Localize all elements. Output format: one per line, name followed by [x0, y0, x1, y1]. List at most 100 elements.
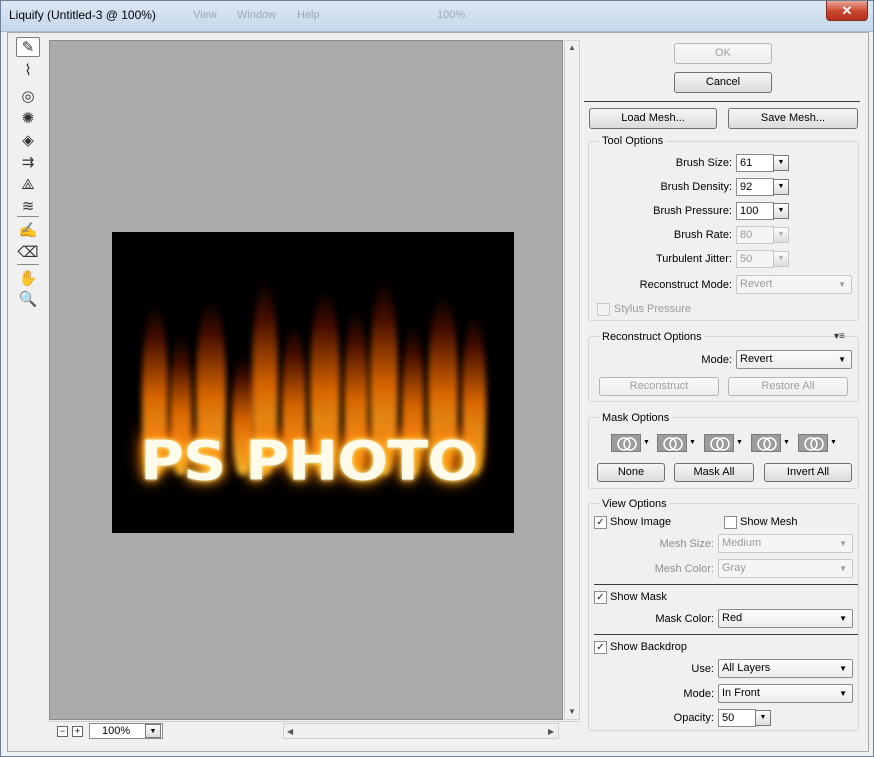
zoom-icon: 🔍	[18, 291, 38, 308]
turbulent-jitter-field[interactable]: 50	[736, 250, 774, 268]
mask-none-button[interactable]: None	[597, 463, 665, 482]
dialog-body: ✎ ⌇ ◎ ✺ ◈ ⇉ ⟁ ≋ ✍ ⌫ ✋ 🔍 PS PHOTO ▲ ▼ − +…	[7, 32, 869, 752]
use-label: Use:	[691, 663, 714, 675]
twirl-clockwise-tool[interactable]: ◎	[16, 86, 40, 106]
chevron-down-icon: ▼	[839, 564, 847, 573]
opacity-field[interactable]: 50	[718, 709, 756, 727]
mesh-size-select[interactable]: Medium ▼	[718, 534, 853, 553]
chevron-down-icon[interactable]: ▼	[830, 439, 837, 446]
freeze-mask-tool[interactable]: ✍	[16, 220, 40, 240]
reconstruct-options-mode-select[interactable]: Revert ▼	[736, 350, 852, 369]
brush-density-dropdown-icon[interactable]: ▼	[773, 179, 789, 195]
show-backdrop-checkbox[interactable]: ✓	[594, 641, 607, 654]
title-bar: Liquify (Untitled-3 @ 100%) View Window …	[1, 1, 873, 32]
zoom-bar: − + 100% ▼ ◀ ▶	[49, 721, 580, 739]
show-mask-checkbox[interactable]: ✓	[594, 591, 607, 604]
zoom-in-button[interactable]: +	[72, 726, 83, 737]
scroll-right-icon[interactable]: ▶	[548, 727, 554, 736]
mask-intersect-button[interactable]	[751, 434, 781, 452]
push-left-tool[interactable]: ⇉	[16, 152, 40, 172]
mask-color-value: Red	[722, 612, 743, 624]
scroll-left-icon[interactable]: ◀	[287, 727, 293, 736]
brush-rate-field[interactable]: 80	[736, 226, 774, 244]
mask-replace-button[interactable]	[611, 434, 641, 452]
chevron-down-icon: ▼	[839, 664, 847, 673]
show-mesh-checkbox[interactable]	[724, 516, 737, 529]
mask-replace-icon	[617, 437, 637, 451]
divider	[594, 634, 858, 635]
save-mesh-button[interactable]: Save Mesh...	[728, 108, 858, 129]
brush-pressure-dropdown-icon[interactable]: ▼	[773, 203, 789, 219]
cancel-button[interactable]: Cancel	[674, 72, 772, 93]
bg-menu-view: View	[193, 9, 217, 21]
zoom-dropdown-icon[interactable]: ▼	[145, 724, 161, 738]
mask-color-select[interactable]: Red ▼	[718, 609, 853, 628]
mesh-color-select[interactable]: Gray ▼	[718, 559, 853, 578]
reconstruct-options-title: Reconstruct Options	[599, 331, 705, 343]
opacity-label: Opacity:	[673, 712, 714, 724]
mesh-color-label: Mesh Color:	[654, 563, 714, 575]
reconstruct-mode-value: Revert	[740, 278, 773, 290]
brush-rate-dropdown-icon[interactable]: ▼	[773, 227, 789, 243]
hand-icon: ✋	[18, 270, 38, 287]
load-mesh-button[interactable]: Load Mesh...	[589, 108, 717, 129]
restore-all-button[interactable]: Restore All	[728, 377, 848, 396]
turbulent-jitter-dropdown-icon[interactable]: ▼	[773, 251, 789, 267]
thaw-mask-tool[interactable]: ⌫	[16, 242, 40, 262]
options-panel: OK Cancel Load Mesh... Save Mesh... Tool…	[584, 33, 868, 751]
show-mesh-label: Show Mesh	[740, 516, 798, 528]
scroll-up-icon[interactable]: ▲	[568, 43, 576, 52]
divider	[594, 584, 858, 585]
show-image-checkbox[interactable]: ✓	[594, 516, 607, 529]
panel-menu-icon[interactable]: ▾≡	[834, 331, 845, 342]
hand-tool[interactable]: ✋	[16, 268, 40, 288]
tool-options-title: Tool Options	[599, 135, 667, 147]
zoom-out-button[interactable]: −	[57, 726, 68, 737]
chevron-down-icon[interactable]: ▼	[783, 439, 790, 446]
mirror-tool[interactable]: ⟁	[16, 174, 40, 194]
window-title: Liquify (Untitled-3 @ 100%)	[9, 8, 156, 22]
mask-add-icon	[663, 437, 683, 451]
close-button[interactable]: ✕	[826, 1, 868, 21]
mask-invert-button[interactable]	[798, 434, 828, 452]
zoom-tool[interactable]: 🔍	[16, 289, 40, 309]
pucker-tool[interactable]: ✺	[16, 108, 40, 128]
show-mask-label: Show Mask	[610, 591, 667, 603]
chevron-down-icon[interactable]: ▼	[736, 439, 743, 446]
brush-pressure-field[interactable]: 100	[736, 202, 774, 220]
reconstruct-icon: ⌇	[24, 62, 32, 79]
bg-menu-help: Help	[297, 9, 320, 21]
toolbar-separator	[17, 216, 39, 217]
use-select[interactable]: All Layers ▼	[718, 659, 853, 678]
vertical-scrollbar[interactable]: ▲ ▼	[564, 40, 580, 720]
reconstruct-button[interactable]: Reconstruct	[599, 377, 719, 396]
mirror-icon: ⟁	[21, 175, 35, 193]
forward-warp-tool[interactable]: ✎	[16, 37, 40, 57]
mask-subtract-button[interactable]	[704, 434, 734, 452]
brush-density-field[interactable]: 92	[736, 178, 774, 196]
chevron-down-icon: ▼	[839, 539, 847, 548]
bloat-tool[interactable]: ◈	[16, 130, 40, 150]
opacity-dropdown-icon[interactable]: ▼	[755, 710, 771, 726]
horizontal-scrollbar[interactable]: ◀ ▶	[283, 723, 559, 739]
stylus-pressure-checkbox[interactable]	[597, 303, 610, 316]
mesh-size-value: Medium	[722, 537, 762, 549]
thaw-mask-icon: ⌫	[17, 244, 39, 261]
reconstruct-mode-select[interactable]: Revert ▼	[736, 275, 852, 294]
scroll-down-icon[interactable]: ▼	[568, 707, 576, 716]
backdrop-mode-select[interactable]: In Front ▼	[718, 684, 853, 703]
ok-button[interactable]: OK	[674, 43, 772, 64]
chevron-down-icon[interactable]: ▼	[643, 439, 650, 446]
brush-size-field[interactable]: 61	[736, 154, 774, 172]
chevron-down-icon[interactable]: ▼	[689, 439, 696, 446]
brush-size-dropdown-icon[interactable]: ▼	[773, 155, 789, 171]
mask-add-button[interactable]	[657, 434, 687, 452]
preview-canvas[interactable]: PS PHOTO	[49, 40, 563, 720]
reconstruct-tool[interactable]: ⌇	[16, 60, 40, 80]
turbulence-tool[interactable]: ≋	[16, 196, 40, 216]
bg-zoom-level: 100%	[437, 9, 466, 21]
pucker-icon: ✺	[21, 110, 35, 127]
mask-subtract-icon	[710, 437, 730, 451]
mask-all-button[interactable]: Mask All	[674, 463, 754, 482]
invert-all-button[interactable]: Invert All	[764, 463, 852, 482]
